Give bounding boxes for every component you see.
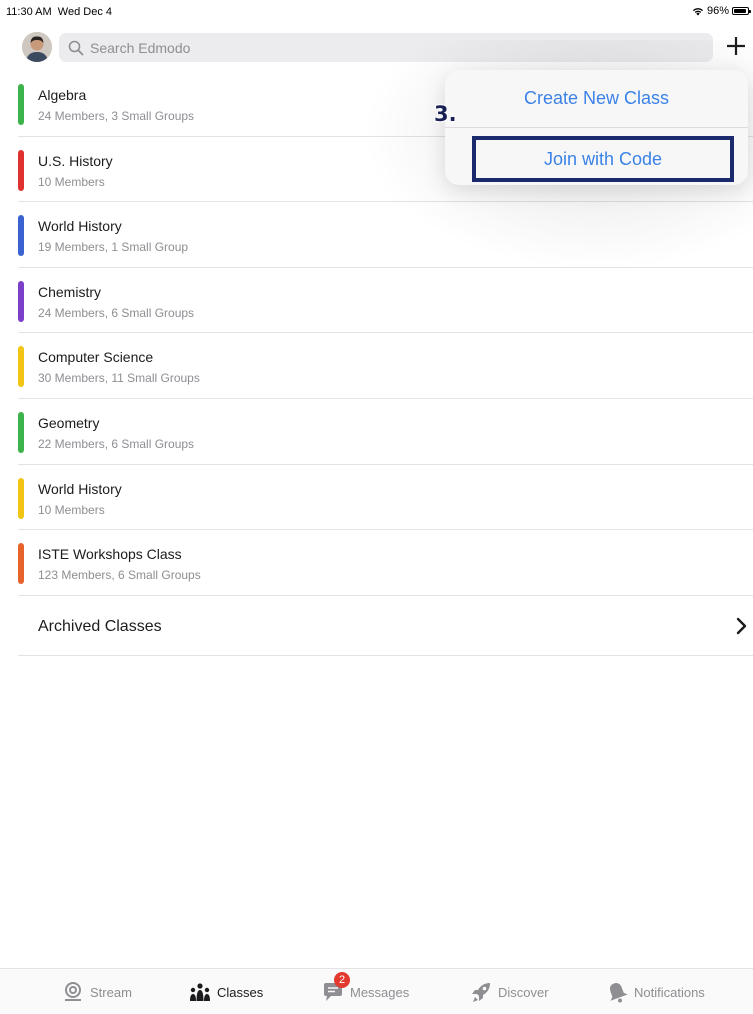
discover-icon [472,983,490,1002]
avatar[interactable] [22,32,52,62]
status-date: Wed Dec 4 [57,6,113,18]
add-class-popover: Create New Class Join with Code [445,70,748,185]
class-name: Geometry [38,414,100,431]
status-time: 11:30 AM [6,6,52,18]
battery-fill [734,9,747,13]
class-color-bar [18,477,24,519]
tab-label: Classes [217,984,264,1000]
class-color-bar [18,411,24,453]
class-meta: 10 Members [38,174,105,189]
class-item-computer-science[interactable]: Computer Science 30 Members, 11 Small Gr… [18,333,753,399]
tab-label: Discover [498,984,549,1000]
class-color-bar [18,280,24,322]
class-item-chemistry[interactable]: Chemistry 24 Members, 6 Small Groups [18,268,753,334]
class-color-bar [18,346,24,388]
wifi-icon [692,8,703,16]
class-name: Computer Science [38,349,154,366]
search-icon [68,40,84,55]
archived-classes-label: Archived Classes [38,617,162,635]
tab-classes[interactable]: Classes [189,979,263,1005]
tab-messages[interactable]: 2 Messages [322,972,410,1005]
class-name: U.S. History [38,152,113,169]
stream-icon [65,982,81,1001]
class-meta: 19 Members, 1 Small Group [38,240,189,255]
class-color-bar [18,84,24,125]
status-bar: 11:30 AM Wed Dec 4 96% [0,0,753,24]
search-input[interactable] [90,39,690,56]
class-item-world-history-2[interactable]: World History 10 Members [18,465,753,531]
class-meta: 30 Members, 11 Small Groups [38,371,200,386]
class-item-iste-workshops[interactable]: ISTE Workshops Class 123 Members, 6 Smal… [18,530,753,596]
search-bar[interactable] [59,33,713,62]
create-new-class-button[interactable]: Create New Class [445,70,748,128]
step-annotation: 3. [434,102,457,126]
tab-notifications[interactable]: Notifications [606,979,705,1005]
class-name: Algebra [38,87,87,103]
plus-icon [727,37,745,55]
chevron-right-icon [736,617,747,634]
notifications-icon [609,983,628,1003]
archived-classes-row[interactable]: Archived Classes [18,596,753,656]
tab-label: Messages [350,984,410,1000]
tab-stream[interactable]: Stream [62,979,132,1005]
avatar-image [22,32,52,62]
class-name: World History [38,480,122,497]
battery-percent: 96% [706,5,729,17]
tab-label: Notifications [634,984,705,1000]
class-item-world-history[interactable]: World History 19 Members, 1 Small Group [18,202,753,268]
classes-icon [190,983,210,1001]
add-button[interactable] [722,32,750,60]
class-color-bar [18,543,24,585]
status-indicators: 96% [692,5,751,17]
class-meta: 123 Members, 6 Small Groups [38,568,201,583]
class-name: World History [38,218,122,235]
tab-discover[interactable]: Discover [470,979,549,1005]
class-meta: 10 Members [38,502,105,517]
class-color-bar [18,149,24,191]
messages-badge: 2 [334,972,350,988]
messages-icon-wrap: 2 [322,972,350,1003]
status-time-date: 11:30 AM Wed Dec 4 [6,6,112,18]
class-meta: 22 Members, 6 Small Groups [38,436,195,451]
class-meta: 24 Members, 3 Small Groups [38,109,195,123]
tab-bar: Stream Classes 2 Messages Discover Notif… [0,968,753,1014]
class-meta: 24 Members, 6 Small Groups [38,305,195,320]
battery-icon [732,7,751,15]
class-name: ISTE Workshops Class [38,546,182,563]
class-item-geometry[interactable]: Geometry 22 Members, 6 Small Groups [18,399,753,465]
class-name: Chemistry [38,283,102,300]
tab-label: Stream [90,984,132,1000]
class-color-bar [18,215,24,257]
join-with-code-button[interactable]: Join with Code [472,136,734,182]
